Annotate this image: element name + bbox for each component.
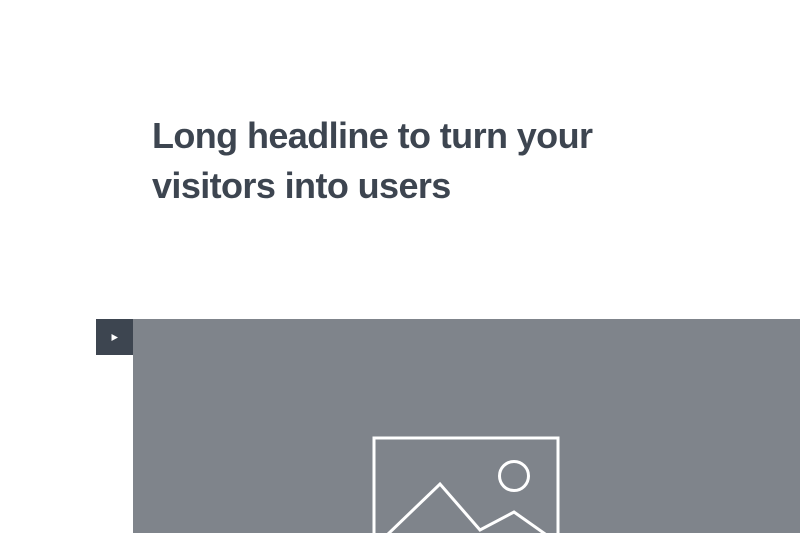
image-placeholder-icon xyxy=(372,436,560,533)
play-icon xyxy=(111,333,118,341)
play-button[interactable] xyxy=(96,319,133,355)
hero-headline-line-1: Long headline to turn your xyxy=(152,115,593,156)
hero-headline-line-2: visitors into users xyxy=(152,165,451,206)
media-placeholder xyxy=(133,319,800,533)
hero-headline: Long headline to turn your visitors into… xyxy=(152,111,712,211)
